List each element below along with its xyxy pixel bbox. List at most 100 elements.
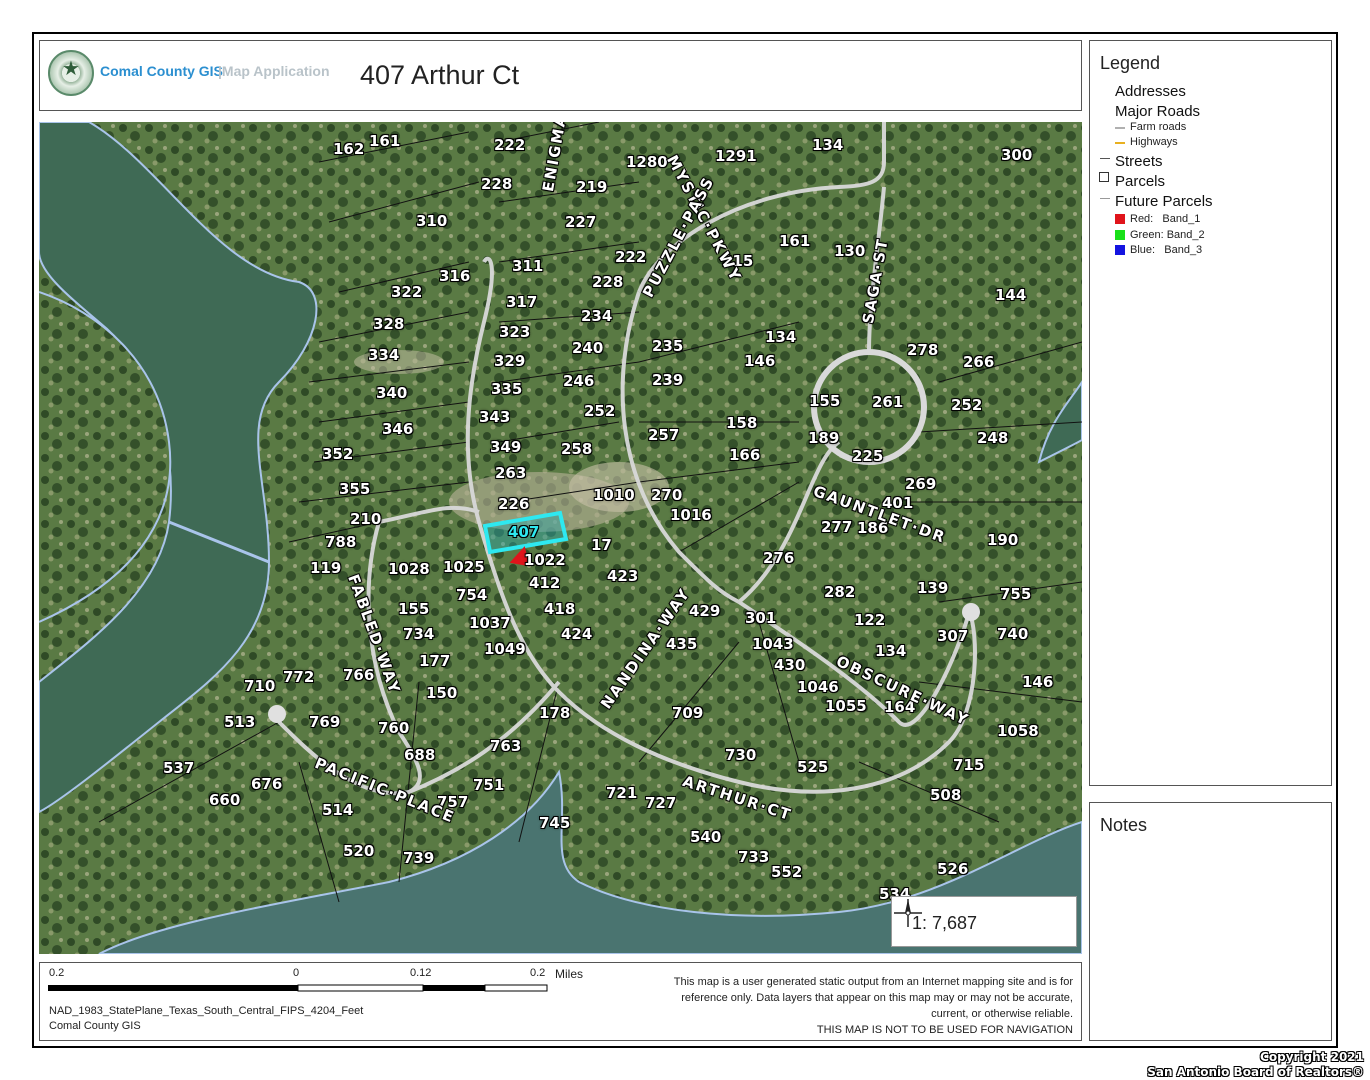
parcel-label: 1010 [593,486,635,504]
highway-swatch [1115,142,1125,144]
legend-addresses[interactable]: Addresses [1115,83,1186,100]
parcel-label: 435 [666,635,698,653]
parcel-label: 161 [779,232,811,250]
parcel-label: 277 [821,518,853,536]
selected-parcel-label: 407 [508,523,540,541]
parcel-label: 1291 [715,147,757,165]
parcel-label: 745 [539,814,571,832]
compass-rose-icon[interactable] [892,897,924,929]
parcel-label: 257 [648,426,680,444]
parcel-label: 166 [729,446,761,464]
parcel-label: 1046 [797,678,839,696]
legend-title: Legend [1100,53,1161,73]
parcel-label: 235 [652,337,684,355]
parcel-label: 134 [875,642,907,660]
legend-band-1: Red: Band_1 [1130,213,1201,225]
parcel-label: 155 [398,600,430,618]
parcel-label: 526 [937,860,969,878]
parcel-label: 17 [591,536,612,554]
parcel-label: 1022 [524,551,566,569]
legend-major-roads[interactable]: Major Roads [1115,103,1200,120]
parcel-label: 139 [917,579,949,597]
parcel-label: 150 [426,684,458,702]
parcel-label: 418 [544,600,576,618]
parcel-label: 709 [672,704,704,722]
parcel-label: 343 [479,408,511,426]
parcel-label: 270 [651,486,683,504]
map-canvas[interactable]: 162 161 222 228 219 1280 1291 134 300 310 227 311 22… [39,122,1082,954]
parcel-label: 540 [690,828,722,846]
parcel-label: 225 [852,447,884,465]
legend-farm-roads: Farm roads [1130,121,1187,133]
parcel-label: 760 [378,719,410,737]
scale-tick-label: 0 [293,967,300,979]
parcel-label: 751 [473,776,505,794]
parcel-label: 219 [576,178,608,196]
parcel-label: 788 [325,533,357,551]
parcel-label: 1049 [484,640,526,658]
parcel-label: 334 [368,346,400,364]
parcel-label: 210 [350,510,382,528]
copyright-line-2: San Antonio Board of Realtors® [1147,1065,1364,1079]
parcel-label: 715 [953,756,985,774]
parcel-label: 228 [481,175,513,193]
parcel-label: 740 [997,625,1029,643]
parcel-label: 300 [1001,146,1033,164]
scale-tick-label: 0.2 [530,967,546,979]
parcel-label: 346 [382,420,414,438]
parcel-label: 329 [494,352,526,370]
legend-streets[interactable]: Streets [1115,153,1163,170]
parcel-label: 278 [907,341,939,359]
parcel-label: 688 [404,746,436,764]
cul-de-sac [268,705,286,723]
parcel-label: 721 [606,784,638,802]
parcel-label: 134 [765,328,797,346]
parcel-label: 323 [499,323,531,341]
streets-swatch [1100,158,1110,159]
parcel-label: 258 [561,440,593,458]
parcel-label: 423 [607,567,639,585]
parcel-label: 307 [937,627,969,645]
parcel-label: 1280 [626,153,668,171]
parcel-label: 349 [490,438,522,456]
parcel-label: 412 [529,574,561,592]
parcel-label: 1043 [752,635,794,653]
parcel-label: 763 [490,737,522,755]
parcel-label: 1025 [443,558,485,576]
parcel-label: 266 [963,353,995,371]
parcel-label: 130 [834,242,866,260]
parcel-label: 122 [854,611,886,629]
parcel-label: 734 [403,625,435,643]
legend-future-parcels[interactable]: Future Parcels [1115,193,1213,210]
parcel-label: 766 [343,666,375,684]
org-name[interactable]: Comal County GIS [100,63,223,79]
parcel-label: 246 [563,372,595,390]
parcel-label: 1055 [825,697,867,715]
parcel-label: 328 [373,315,405,333]
parcel-label: 660 [209,791,241,809]
parcel-label: 158 [726,414,758,432]
legend-parcels[interactable]: Parcels [1115,173,1165,190]
app-name[interactable]: |Map Application [218,63,330,79]
parcel-label: 552 [771,863,803,881]
parcel-label: 525 [797,758,829,776]
parcel-label: 508 [930,786,962,804]
parcel-label: 252 [951,396,983,414]
legend-band-3: Blue: Band_3 [1130,244,1203,256]
parcel-label: 429 [689,602,721,620]
red-band-swatch [1115,214,1125,224]
parcel-label: 310 [416,212,448,230]
parcel-label: 177 [419,652,451,670]
star-icon: ★ [62,58,80,80]
parcel-label: 710 [244,677,276,695]
parcel-label: 252 [584,402,616,420]
parcel-label: 1016 [670,506,712,524]
parcel-label: 322 [391,283,423,301]
parcel-label: 226 [498,495,530,513]
parcel-label: 240 [572,339,604,357]
parcel-label: 352 [322,445,354,463]
scale-box: 1: 7,687 [891,896,1077,947]
green-band-swatch [1115,230,1125,240]
parcel-label: 119 [310,559,342,577]
parcel-label: 769 [309,713,341,731]
